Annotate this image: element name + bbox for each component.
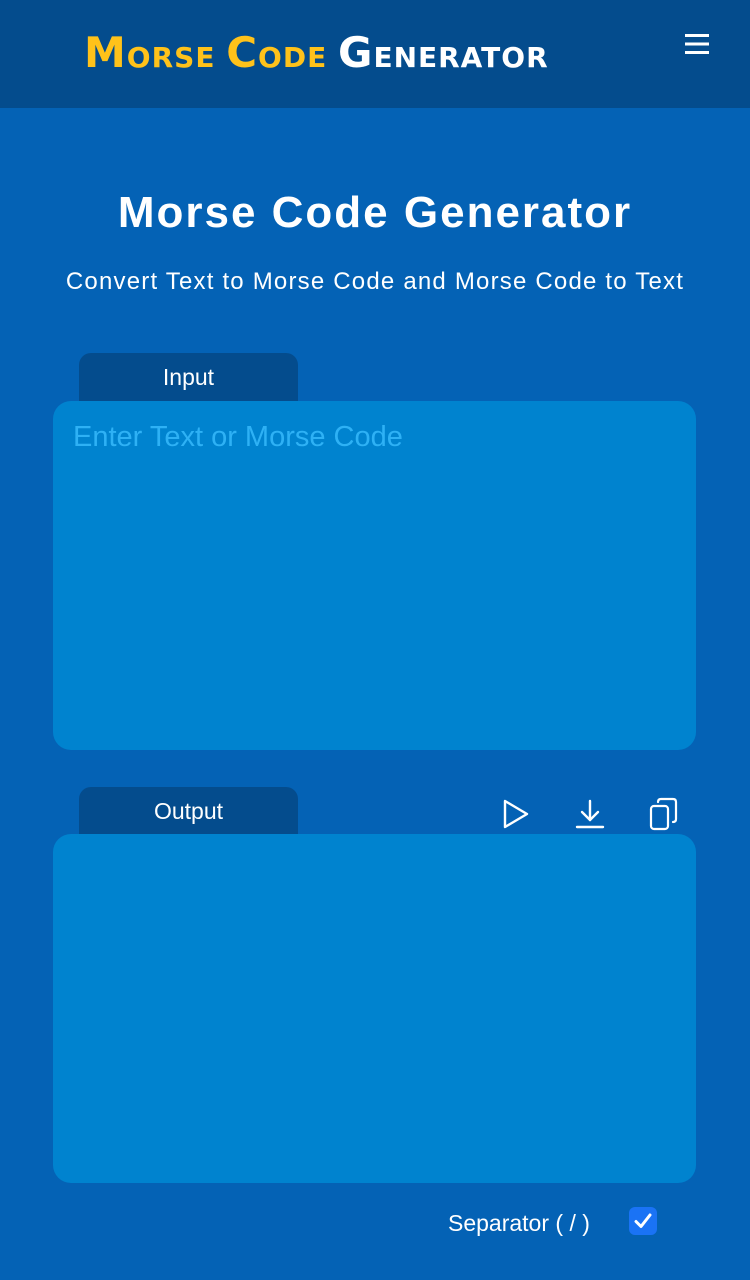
page-subtitle: Convert Text to Morse Code and Morse Cod… [65, 268, 685, 295]
hamburger-menu-icon[interactable] [684, 33, 710, 55]
separator-label: Separator ( / ) [448, 1210, 590, 1236]
top-navigation-bar: MORSE CODE GENERATOR [0, 0, 750, 108]
copy-icon[interactable] [646, 796, 682, 832]
logo-text: ENERATOR [373, 41, 549, 74]
logo-text: ORSE [126, 41, 216, 74]
play-icon[interactable] [497, 796, 533, 832]
site-logo[interactable]: MORSE CODE GENERATOR [84, 30, 549, 81]
input-textarea[interactable] [53, 401, 696, 750]
input-tab-label: Input [79, 353, 298, 401]
logo-text: ODE [258, 41, 328, 74]
output-tab-label: Output [79, 787, 298, 835]
download-icon[interactable] [572, 796, 608, 832]
separator-checkbox[interactable] [629, 1207, 657, 1235]
output-area[interactable] [53, 834, 696, 1183]
logo-letter: G [337, 28, 374, 77]
logo-letter: C [226, 28, 259, 77]
logo-letter: M [84, 28, 127, 77]
checkmark-icon [634, 1213, 652, 1228]
page-title: Morse Code Generator [117, 188, 633, 237]
